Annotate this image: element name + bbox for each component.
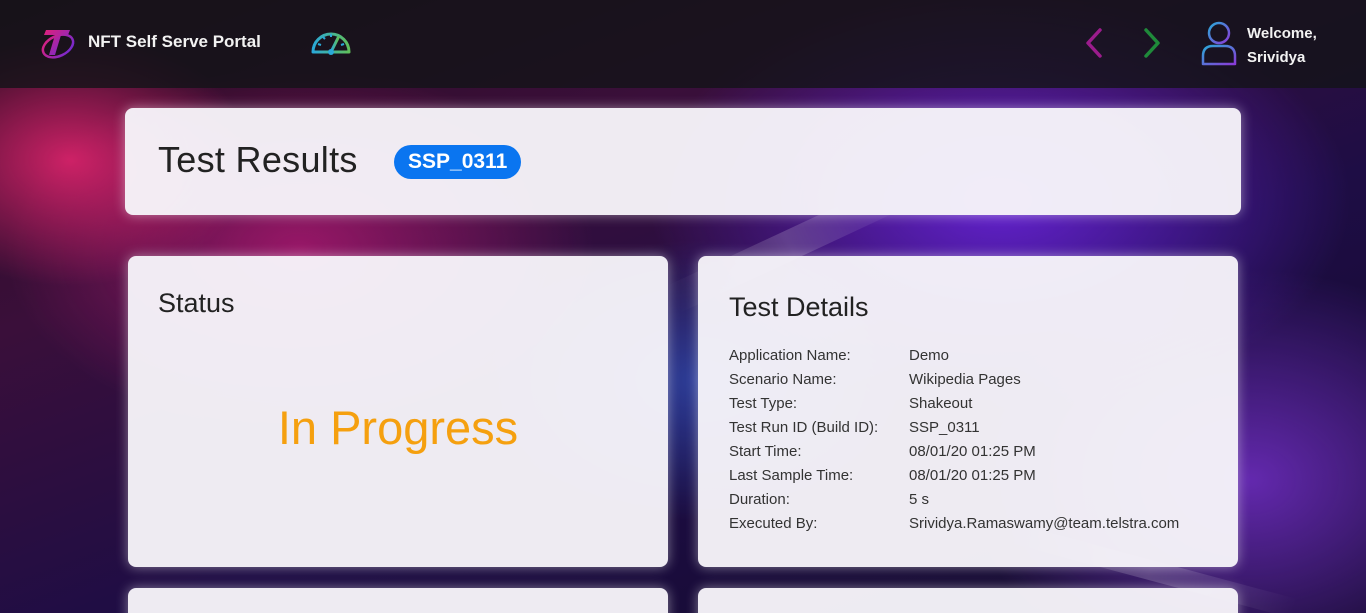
detail-label: Application Name: [729, 347, 851, 364]
detail-row-test-type: Test Type: Shakeout [729, 394, 1179, 418]
detail-value: 08/01/20 01:25 PM [909, 443, 1036, 460]
app-title: NFT Self Serve Portal [88, 32, 261, 51]
top-navigation-bar: NFT Self Serve Portal Welcome, Srividya [0, 0, 1366, 88]
status-card-title: Status [158, 288, 235, 318]
detail-row-application-name: Application Name: Demo [729, 346, 1179, 370]
detail-value: 08/01/20 01:25 PM [909, 467, 1036, 484]
detail-label: Duration: [729, 491, 790, 508]
status-value: In Progress [277, 401, 519, 454]
run-id-badge: SSP_0311 [394, 145, 522, 179]
welcome-message: Welcome, Srividya [1247, 22, 1317, 70]
detail-label: Test Type: [729, 395, 798, 412]
status-card: Status In Progress [128, 256, 668, 567]
detail-value: Wikipedia Pages [909, 371, 1021, 388]
detail-row-test-run-id: Test Run ID (Build ID): SSP_0311 [729, 418, 1179, 442]
detail-label: Start Time: [729, 443, 802, 460]
detail-row-scenario-name: Scenario Name: Wikipedia Pages [729, 370, 1179, 394]
detail-value: Shakeout [909, 395, 973, 412]
test-details-title: Test Details [729, 292, 869, 322]
speedometer-icon[interactable] [309, 26, 353, 60]
detail-row-last-sample-time: Last Sample Time: 08/01/20 01:25 PM [729, 466, 1179, 490]
detail-row-start-time: Start Time: 08/01/20 01:25 PM [729, 442, 1179, 466]
test-details-list: Application Name: Demo Scenario Name: Wi… [729, 346, 1179, 538]
detail-value: SSP_0311 [909, 419, 980, 436]
test-results-card: Test Results SSP_0311 [125, 108, 1241, 215]
detail-label: Test Run ID (Build ID): [729, 419, 879, 436]
chevron-right-icon[interactable] [1138, 26, 1166, 60]
detail-row-executed-by: Executed By: Srividya.Ramaswamy@team.tel… [729, 514, 1179, 538]
detail-label: Last Sample Time: [729, 467, 854, 484]
detail-value: 5 s [909, 491, 930, 508]
detail-row-duration: Duration: 5 s [729, 490, 1179, 514]
welcome-greeting: Welcome, [1247, 25, 1317, 42]
user-icon[interactable] [1200, 20, 1238, 66]
welcome-username: Srividya [1247, 49, 1306, 66]
detail-label: Executed By: [729, 515, 818, 532]
chevron-left-icon[interactable] [1080, 26, 1108, 60]
lower-card-right [698, 588, 1238, 613]
detail-value: Srividya.Ramaswamy@team.telstra.com [909, 515, 1180, 532]
telstra-logo-icon[interactable] [40, 22, 78, 64]
lower-card-left [128, 588, 668, 613]
page-title: Test Results [158, 139, 358, 180]
detail-value: Demo [909, 347, 950, 364]
test-details-card: Test Details Application Name: Demo Scen… [698, 256, 1238, 567]
detail-label: Scenario Name: [729, 371, 837, 388]
